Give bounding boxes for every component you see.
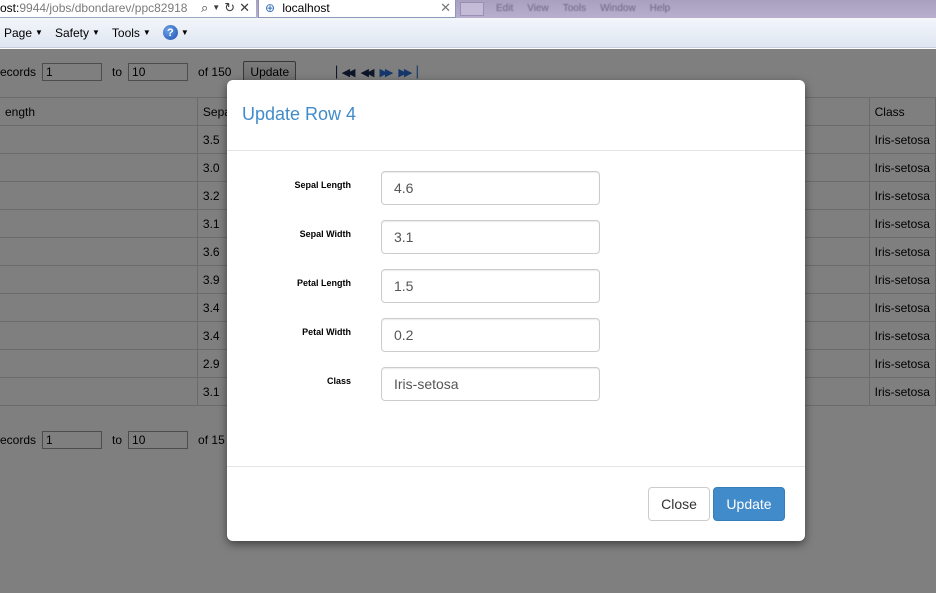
background-window-menu: Edit View Tools Window Help	[496, 3, 670, 14]
safety-menu[interactable]: Safety ▼	[55, 26, 100, 40]
ghost-menu-item: Tools	[562, 3, 587, 14]
help-menu[interactable]: ? ▼	[162, 25, 189, 40]
petal-length-label: Petal Length	[296, 278, 351, 288]
ghost-menu-item: Edit	[496, 3, 514, 14]
petal-width-label: Petal Width	[302, 327, 351, 337]
address-path: 9944/jobs/dbondarev/ppc82918	[19, 1, 188, 15]
form-row-sepal-width: Sepal Width	[227, 220, 805, 254]
address-bar[interactable]: ost:9944/jobs/dbondarev/ppc82918 ⌕ ▼ ↻ ✕	[0, 0, 256, 18]
caret-down-icon: ▼	[180, 28, 189, 37]
command-bar: Page ▼ Safety ▼ Tools ▼ ? ▼	[0, 18, 936, 48]
safety-menu-label: Safety	[54, 25, 89, 40]
stop-icon[interactable]: ✕	[239, 0, 250, 16]
help-icon: ?	[162, 25, 178, 40]
page-menu-label: Page	[4, 25, 33, 40]
modal-body: Sepal Length Sepal Width Petal Length Pe…	[227, 151, 805, 466]
form-row-petal-length: Petal Length	[227, 269, 805, 303]
close-button[interactable]: Close	[648, 487, 710, 521]
ghost-menu-item: Help	[649, 3, 671, 14]
dropdown-arrow-icon[interactable]: ▼	[212, 0, 220, 16]
update-button[interactable]: Update	[713, 487, 785, 521]
new-tab-button[interactable]	[460, 2, 484, 16]
form-row-sepal-length: Sepal Length	[227, 171, 805, 205]
tab-title: localhost	[282, 1, 330, 15]
page-menu[interactable]: Page ▼	[4, 26, 43, 40]
tab-close-icon[interactable]: ✕	[440, 0, 451, 16]
modal-footer: Close Update	[227, 466, 805, 541]
modal-title: Update Row 4	[242, 104, 357, 124]
ghost-menu-item: Window	[600, 3, 636, 14]
petal-width-input[interactable]	[381, 318, 600, 352]
tools-menu-label: Tools	[111, 25, 140, 40]
form-row-class: Class	[227, 367, 805, 401]
class-input[interactable]	[381, 367, 600, 401]
sepal-length-input[interactable]	[381, 171, 600, 205]
address-host: ost:	[0, 1, 20, 15]
browser-tab[interactable]: ⊕ localhost ✕	[258, 0, 456, 18]
sepal-length-label: Sepal Length	[294, 180, 351, 190]
caret-down-icon: ▼	[91, 28, 100, 37]
tools-menu[interactable]: Tools ▼	[112, 26, 151, 40]
form-row-petal-width: Petal Width	[227, 318, 805, 352]
caret-down-icon: ▼	[142, 28, 151, 37]
tab-favicon-icon: ⊕	[265, 1, 276, 15]
address-actions: ⌕ ▼ ↻ ✕	[196, 0, 250, 16]
caret-down-icon: ▼	[35, 28, 43, 37]
ghost-menu-item: View	[527, 3, 549, 14]
sepal-width-input[interactable]	[381, 220, 600, 254]
petal-length-input[interactable]	[381, 269, 600, 303]
sepal-width-label: Sepal Width	[299, 229, 351, 239]
update-row-dialog: Update Row 4 Sepal Length Sepal Width Pe…	[227, 80, 805, 541]
modal-header: Update Row 4	[227, 80, 805, 151]
search-icon[interactable]: ⌕	[201, 0, 208, 16]
class-label: Class	[326, 376, 351, 386]
refresh-icon[interactable]: ↻	[224, 0, 235, 16]
